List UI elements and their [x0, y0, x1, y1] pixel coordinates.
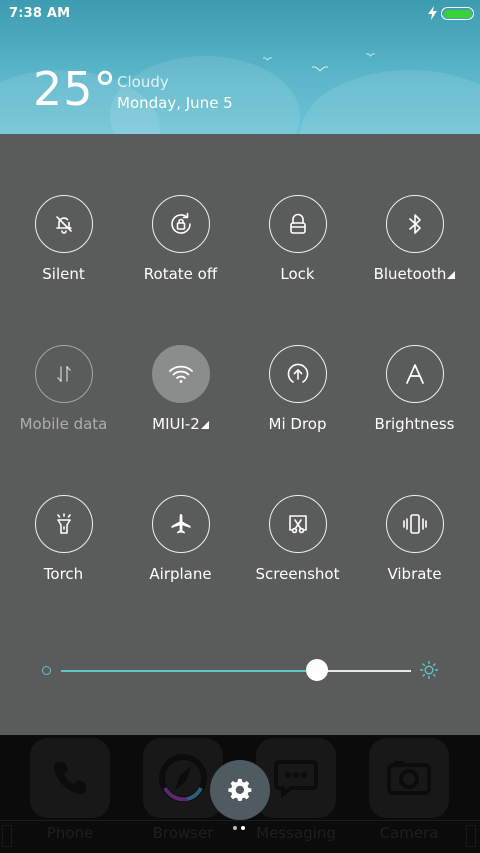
- toggle-airplane-label: Airplane: [149, 565, 212, 583]
- bell-off-icon: [55, 216, 72, 234]
- brightness-slider[interactable]: [61, 670, 411, 672]
- toggle-torch[interactable]: Torch: [5, 495, 122, 583]
- battery-icon: [441, 7, 474, 20]
- rotate-lock-icon: [170, 212, 191, 234]
- toggle-mi-drop-button[interactable]: [268, 345, 327, 403]
- toggle-mi-drop-label: Mi Drop: [268, 415, 327, 433]
- toggle-airplane[interactable]: Airplane: [122, 495, 239, 583]
- toggle-rotate-label: Rotate off: [143, 265, 218, 283]
- app-camera[interactable]: [369, 738, 449, 818]
- temperature[interactable]: 25°: [33, 66, 118, 112]
- app-messaging[interactable]: [256, 738, 336, 818]
- toggle-mobile-data-label: Mobile data: [19, 415, 108, 433]
- brightness-slider-thumb[interactable]: [305, 659, 328, 681]
- screenshot-icon: [288, 515, 307, 534]
- bird-icon: [366, 53, 375, 57]
- app-phone-label: Phone: [46, 824, 94, 842]
- status-time: 7:38 AM: [9, 6, 71, 21]
- flashlight-icon: [56, 513, 71, 534]
- toggle-lock[interactable]: Lock: [239, 195, 356, 283]
- page-dot: [241, 826, 245, 830]
- page-dot: [233, 826, 237, 830]
- app-camera-label: Camera: [379, 824, 439, 842]
- toggle-bluetooth-label: Bluetooth: [356, 265, 473, 283]
- cloud-shape: [300, 70, 480, 134]
- phone-icon: [54, 762, 86, 794]
- quick-settings-panel: Silent Rotate off Lock Bluetooth Mobile …: [0, 134, 480, 735]
- airplane-icon: [171, 514, 190, 534]
- toggle-wifi-button[interactable]: [151, 345, 210, 403]
- toggle-vibrate-button[interactable]: [385, 495, 444, 553]
- toggle-rotate-button[interactable]: [151, 195, 210, 253]
- menu-arrow-icon: [447, 271, 456, 279]
- charging-icon: [428, 6, 437, 20]
- auto-brightness-icon: [405, 364, 424, 384]
- app-browser[interactable]: [143, 738, 223, 818]
- toggle-mobile-data[interactable]: Mobile data: [5, 345, 122, 433]
- menu-arrow-icon: [200, 421, 209, 429]
- toggle-lock-button[interactable]: [268, 195, 327, 253]
- toggle-silent-label: Silent: [42, 265, 85, 283]
- toggle-vibrate[interactable]: Vibrate: [356, 495, 473, 583]
- bird-icon: [263, 57, 272, 61]
- toggle-mi-drop[interactable]: Mi Drop: [239, 345, 356, 433]
- battery-level-fill: [443, 9, 472, 18]
- toggle-mobile-data-button[interactable]: [34, 345, 93, 403]
- weather-header: 7:38 AM 25° Cloudy Monday, June 5: [0, 0, 480, 134]
- toggle-silent[interactable]: Silent: [5, 195, 122, 283]
- weather-date: Monday, June 5: [117, 94, 233, 112]
- toggle-wifi[interactable]: MIUI-2: [122, 345, 239, 433]
- camera-icon: [387, 761, 431, 795]
- toggle-screenshot-label: Screenshot: [255, 565, 340, 583]
- toggle-rotate[interactable]: Rotate off: [122, 195, 239, 283]
- toggle-brightness[interactable]: Brightness: [356, 345, 473, 433]
- dock-edge-marker: [2, 825, 12, 847]
- dock-divider: [0, 820, 480, 821]
- toggle-silent-button[interactable]: [34, 195, 93, 253]
- brightness-min-icon: [42, 666, 51, 675]
- app-browser-label: Browser: [152, 824, 214, 842]
- page-indicator: [233, 826, 253, 832]
- toggle-vibrate-label: Vibrate: [387, 565, 442, 583]
- toggle-airplane-button[interactable]: [151, 495, 210, 553]
- gear-icon: [228, 778, 252, 801]
- toggle-torch-button[interactable]: [34, 495, 93, 553]
- bird-icon: [312, 66, 328, 72]
- toggle-screenshot-button[interactable]: [268, 495, 327, 553]
- toggle-lock-label: Lock: [280, 265, 315, 283]
- weather-condition: Cloudy: [117, 73, 169, 91]
- browser-icon: [159, 754, 207, 802]
- toggle-bluetooth-button[interactable]: [385, 195, 444, 253]
- lock-icon: [289, 213, 306, 234]
- settings-button[interactable]: [210, 760, 270, 820]
- messaging-icon: [274, 760, 318, 798]
- toggle-wifi-label: MIUI-2: [122, 415, 239, 433]
- brightness-max-icon: [420, 661, 438, 679]
- app-phone[interactable]: [30, 738, 110, 818]
- bluetooth-icon: [408, 214, 421, 234]
- vibrate-icon: [402, 514, 427, 534]
- mobile-data-icon: [56, 366, 71, 382]
- toggle-brightness-button[interactable]: [385, 345, 444, 403]
- dock-edge-marker: [466, 825, 476, 847]
- status-bar: 7:38 AM: [0, 0, 480, 28]
- app-messaging-label: Messaging: [256, 824, 336, 842]
- toggle-brightness-label: Brightness: [374, 415, 455, 433]
- toggle-screenshot[interactable]: Screenshot: [239, 495, 356, 583]
- mi-drop-icon: [287, 363, 308, 383]
- toggle-bluetooth[interactable]: Bluetooth: [356, 195, 473, 283]
- wifi-icon: [168, 365, 193, 383]
- toggle-torch-label: Torch: [43, 565, 84, 583]
- brightness-slider-fill: [61, 670, 317, 672]
